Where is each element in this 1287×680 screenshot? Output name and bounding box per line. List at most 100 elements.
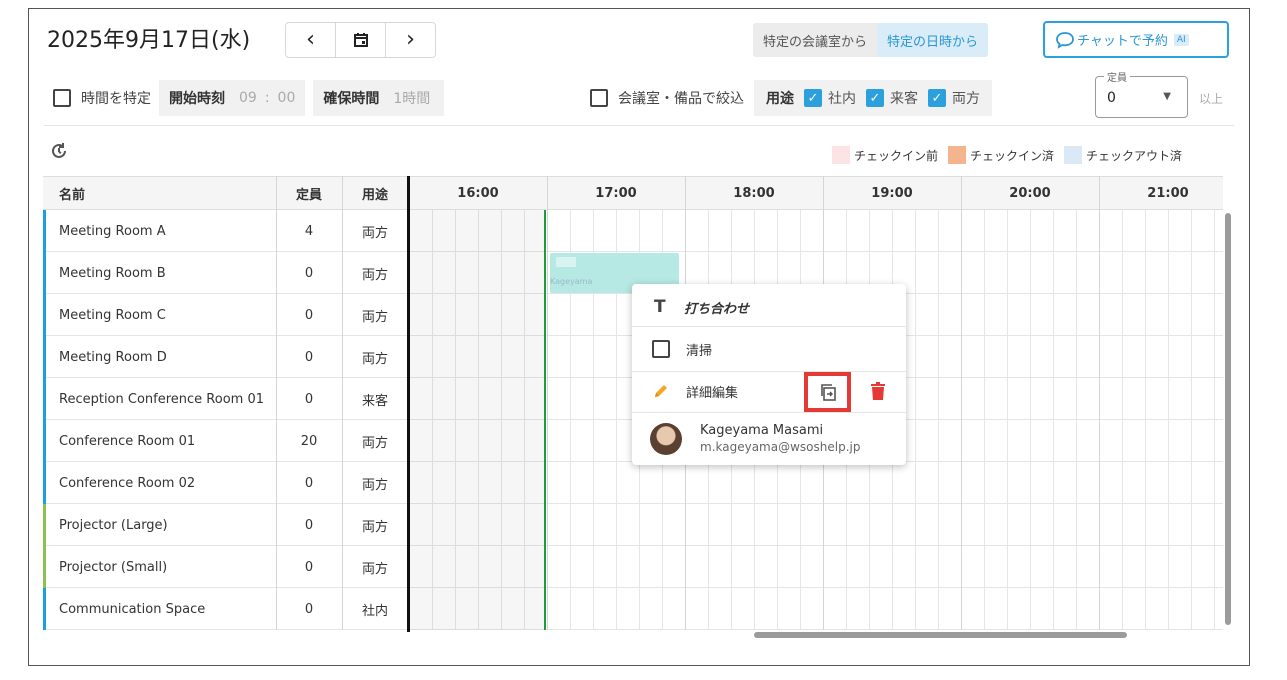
legend-checked-in-label: チェックイン済 xyxy=(970,148,1055,163)
row-capacity: 0 xyxy=(304,475,314,491)
filter-row-left: 時間を特定 開始時刻 09 : 00 確保時間 1時間 xyxy=(53,80,445,116)
prev-day-button[interactable]: ‹ xyxy=(286,23,336,57)
row-accent-bar xyxy=(43,252,46,294)
popup-title-row: T 打ち合わせ xyxy=(632,295,906,319)
time-colon: : xyxy=(264,90,270,106)
usage-both-label: 両方 xyxy=(952,91,980,107)
row-accent-bar xyxy=(43,420,46,462)
search-mode-toggle: 特定の会議室から 特定の日時から xyxy=(753,23,989,57)
row-accent-bar xyxy=(43,210,46,252)
slot-line xyxy=(1053,210,1054,630)
delete-button[interactable] xyxy=(868,380,888,402)
row-capacity: 0 xyxy=(304,307,314,323)
popup-task-row: 清掃 xyxy=(632,337,906,361)
current-date: 2025年9月17日(水) xyxy=(47,28,251,53)
popup-task-label: 清掃 xyxy=(686,343,713,359)
header-capacity: 定員 xyxy=(295,187,322,203)
row-accent-bar xyxy=(43,546,46,588)
row-usage: 両方 xyxy=(361,519,388,535)
past-time-shade xyxy=(409,210,545,630)
copy-button[interactable] xyxy=(804,372,851,412)
hour-header: 20:00 xyxy=(1009,185,1051,201)
row-usage: 両方 xyxy=(361,309,388,325)
row-accent-bar xyxy=(43,294,46,336)
usage-both-checkbox[interactable]: ✓ xyxy=(928,89,946,107)
duration-label: 確保時間 xyxy=(323,91,380,107)
booking-tag xyxy=(556,257,576,267)
user-email: m.kageyama@wsoshelp.jp xyxy=(700,440,861,454)
duration-input[interactable]: 1時間 xyxy=(393,88,430,108)
row-capacity: 0 xyxy=(304,601,314,617)
hour-header: 18:00 xyxy=(733,185,775,201)
start-time-group: 開始時刻 09 : 00 xyxy=(159,80,306,116)
row-name: Meeting Room C xyxy=(59,307,166,323)
capacity-select[interactable]: 定員 0 ▼ xyxy=(1095,69,1188,118)
row-capacity: 0 xyxy=(304,265,314,281)
hour-header: 21:00 xyxy=(1147,185,1189,201)
booking-owner-label: Kageyama xyxy=(550,277,593,286)
row-usage: 両方 xyxy=(361,225,388,241)
usage-group: 用途 ✓ 社内 ✓ 来客 ✓ 両方 xyxy=(754,80,992,116)
row-usage: 来客 xyxy=(361,393,388,409)
hour-line xyxy=(1099,176,1100,630)
room-filter-label: 会議室・備品で絞込 xyxy=(618,91,744,107)
usage-guest-checkbox[interactable]: ✓ xyxy=(866,89,884,107)
duration-group: 確保時間 1時間 xyxy=(313,80,445,116)
horizontal-scrollbar[interactable] xyxy=(754,632,1127,638)
popup-divider xyxy=(632,371,906,372)
legend-swatch-checked-out xyxy=(1064,146,1083,164)
row-usage: 両方 xyxy=(361,351,388,367)
trash-icon xyxy=(871,382,885,400)
ai-badge: AI xyxy=(1173,33,1189,46)
row-accent-bar xyxy=(43,504,46,546)
start-minute-input[interactable]: 00 xyxy=(278,90,296,106)
popup-edit-row[interactable]: 詳細編集 xyxy=(632,376,906,406)
vertical-scrollbar[interactable] xyxy=(1225,213,1231,625)
header-usage: 用途 xyxy=(361,187,388,203)
refresh-icon[interactable] xyxy=(49,141,69,166)
row-capacity: 20 xyxy=(300,433,318,449)
time-specify-checkbox[interactable] xyxy=(53,89,71,107)
hour-header: 17:00 xyxy=(595,185,637,201)
task-checkbox[interactable] xyxy=(652,340,670,358)
popup-divider xyxy=(632,326,906,327)
divider xyxy=(44,125,1234,126)
chat-bubble-icon xyxy=(1056,31,1074,49)
dropdown-arrow-icon: ▼ xyxy=(1163,91,1171,102)
usage-internal-checkbox[interactable]: ✓ xyxy=(804,89,822,107)
header-name: 名前 xyxy=(59,187,86,203)
pencil-icon xyxy=(655,385,667,397)
row-name: Meeting Room A xyxy=(59,223,166,239)
slot-line xyxy=(1214,210,1215,630)
calendar-icon xyxy=(353,33,368,47)
slot-line xyxy=(938,210,939,630)
usage-label: 用途 xyxy=(766,91,794,107)
next-day-button[interactable]: › xyxy=(386,23,435,57)
legend-checked-out-label: チェックアウト済 xyxy=(1086,148,1183,163)
row-accent-bar xyxy=(43,588,46,630)
capacity-suffix: 以上 xyxy=(1199,92,1224,106)
start-time-label: 開始時刻 xyxy=(169,91,225,107)
usage-guest-label: 来客 xyxy=(890,91,918,107)
row-name: Conference Room 01 xyxy=(59,433,196,449)
usage-internal-label: 社内 xyxy=(828,91,856,107)
row-accent-bar xyxy=(43,336,46,378)
row-name: Projector (Small) xyxy=(59,559,168,575)
row-capacity: 4 xyxy=(304,223,314,239)
calendar-button[interactable] xyxy=(336,23,386,57)
user-name: Kageyama Masami xyxy=(700,423,824,438)
mode-datetime-button[interactable]: 特定の日時から xyxy=(877,23,989,57)
room-filter-checkbox[interactable] xyxy=(590,89,608,107)
chat-reserve-button[interactable]: チャットで予約 AI xyxy=(1043,21,1229,58)
start-hour-input[interactable]: 09 xyxy=(239,90,257,106)
user-avatar xyxy=(650,423,682,455)
mode-room-button[interactable]: 特定の会議室から xyxy=(753,23,878,57)
column-divider xyxy=(276,176,277,630)
row-capacity: 0 xyxy=(304,349,314,365)
popup-user-row: Kageyama Masami m.kageyama@wsoshelp.jp xyxy=(632,420,906,458)
slot-line xyxy=(1145,210,1146,630)
slot-line xyxy=(984,210,985,630)
slot-line xyxy=(1168,210,1169,630)
row-usage: 両方 xyxy=(361,561,388,577)
slot-line xyxy=(1076,210,1077,630)
